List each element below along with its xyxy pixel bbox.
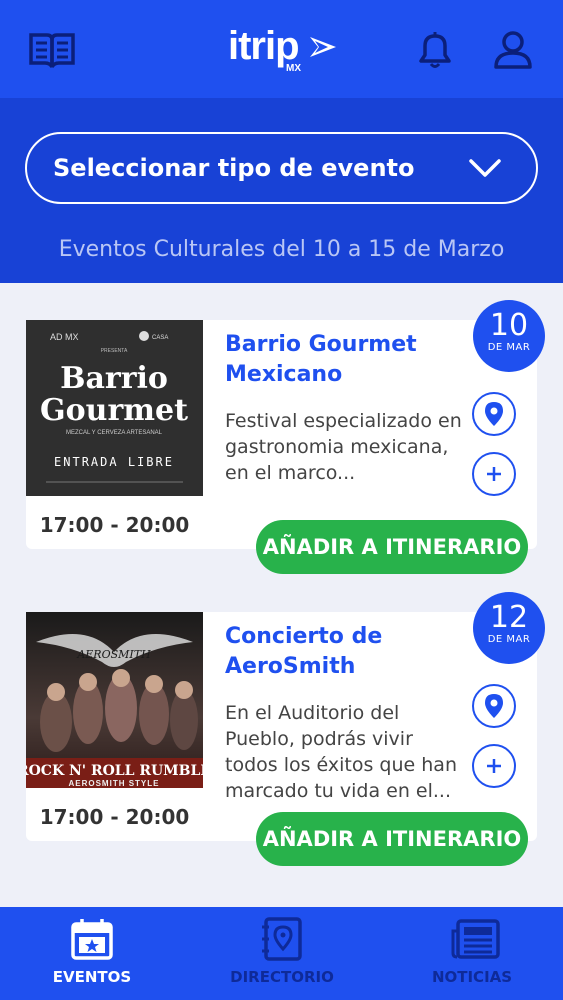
poster-logo: AEROSMITH [76, 648, 151, 661]
poster-line2: Gourmet [40, 393, 188, 428]
event-month: DE MAR [487, 634, 531, 645]
user-icon[interactable] [493, 30, 533, 74]
event-poster: AEROSMITH ROCK N' ROLL RUMBLE AEROSMITH … [26, 612, 203, 788]
top-bar: itrip MX [0, 0, 563, 98]
bell-icon[interactable] [416, 30, 454, 74]
plus-icon [487, 467, 501, 481]
event-poster: AD MX CASA PRESENTA Barrio Gourmet MEZCA… [26, 320, 203, 496]
poster-brand: AD MX [50, 332, 79, 342]
logo-sub: MX [286, 63, 301, 74]
poster-line1: Barrio [60, 361, 168, 396]
map-pin-button[interactable] [472, 684, 516, 728]
event-card[interactable]: AD MX CASA PRESENTA Barrio Gourmet MEZCA… [26, 300, 545, 574]
event-title[interactable]: Barrio Gourmet Mexicano [225, 330, 455, 390]
nav-item-eventos[interactable]: EVENTOS [22, 907, 162, 1000]
event-date-badge: 12 DE MAR [473, 592, 545, 664]
app-logo: itrip MX [228, 24, 336, 74]
map-pin-button[interactable] [472, 392, 516, 436]
plus-icon [487, 759, 501, 773]
add-plus-button[interactable] [472, 452, 516, 496]
event-card[interactable]: AEROSMITH ROCK N' ROLL RUMBLE AEROSMITH … [26, 592, 545, 866]
map-pin-icon [485, 694, 503, 718]
chevron-down-icon [469, 159, 501, 177]
poster-line1: ROCK N' ROLL RUMBLE [26, 763, 203, 779]
poster-presents: PRESENTA [101, 348, 128, 354]
map-pin-icon [485, 402, 503, 426]
event-type-select-label: Seleccionar tipo de evento [53, 154, 415, 182]
add-to-itinerary-button[interactable]: AÑADIR A ITINERARIO [256, 520, 528, 574]
event-day: 10 [489, 308, 529, 343]
event-time: 17:00 - 20:00 [39, 513, 190, 537]
event-title[interactable]: Concierto de AeroSmith [225, 622, 455, 682]
bottom-nav: EVENTOS DIRECTORIO NOTICIAS [0, 907, 563, 1000]
event-description: En el Auditorio del Pueblo, podrás vivir… [225, 702, 457, 802]
logo-arrow-icon [310, 37, 336, 57]
poster-footer: ENTRADA LIBRE [54, 455, 174, 469]
poster-sub: MEZCAL Y CERVEZA ARTESANAL [66, 430, 163, 436]
event-time: 17:00 - 20:00 [39, 805, 190, 829]
book-icon[interactable] [28, 30, 76, 74]
poster-venue: CASA [152, 335, 168, 341]
event-month: DE MAR [487, 342, 531, 353]
add-to-itinerary-button[interactable]: AÑADIR A ITINERARIO [256, 812, 528, 866]
poster-line2: AEROSMITH STYLE [68, 779, 159, 788]
nav-label: NOTICIAS [431, 968, 513, 986]
date-range-text: Eventos Culturales del 10 a 15 de Marzo [58, 237, 505, 262]
newspaper-icon [451, 919, 500, 959]
nav-label: DIRECTORIO [230, 968, 334, 986]
logo-text: itrip [228, 24, 300, 68]
nav-item-noticias[interactable]: NOTICIAS [402, 907, 542, 1000]
nav-item-directorio[interactable]: DIRECTORIO [212, 907, 352, 1000]
directory-pin-icon [262, 917, 302, 961]
event-date-badge: 10 DE MAR [473, 300, 545, 372]
event-description: Festival especializado en gastronomia me… [225, 410, 462, 484]
event-type-select[interactable]: Seleccionar tipo de evento [25, 132, 538, 204]
filter-section: Seleccionar tipo de evento Eventos Cultu… [0, 98, 563, 283]
event-day: 12 [489, 600, 529, 635]
add-plus-button[interactable] [472, 744, 516, 788]
nav-label: EVENTOS [52, 968, 132, 986]
calendar-star-icon [71, 919, 113, 960]
